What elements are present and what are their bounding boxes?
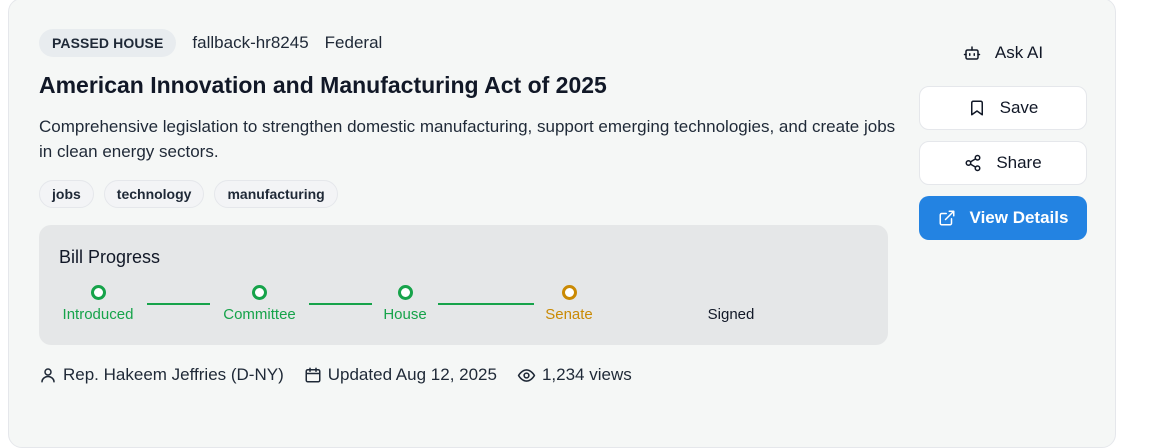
ask-ai-label: Ask AI xyxy=(994,43,1044,62)
progress-connector xyxy=(438,303,534,305)
updated-text: Updated Aug 12, 2025 xyxy=(327,365,497,384)
tag-manufacturing[interactable]: manufacturing xyxy=(214,180,338,208)
view-details-label: View Details xyxy=(969,208,1069,227)
calendar-icon xyxy=(305,367,321,383)
view-count: 1,234 views xyxy=(517,365,632,385)
user-icon xyxy=(41,368,55,383)
progress-step-signed: Signed xyxy=(704,285,758,323)
bill-description: Comprehensive legislation to strengthen … xyxy=(39,117,896,161)
status-badge: PASSED HOUSE xyxy=(39,29,177,57)
step-label: Committee xyxy=(223,306,296,323)
step-label: Introduced xyxy=(62,306,134,323)
ask-ai-button[interactable]: Ask AI xyxy=(919,31,1087,75)
step-label: Signed xyxy=(707,306,755,323)
progress-step-house: House xyxy=(382,285,428,323)
bill-card: PASSED HOUSE fallback-hr8245 Federal Ame… xyxy=(8,0,1116,448)
progress-connector xyxy=(309,303,372,305)
bill-id: fallback-hr8245 xyxy=(192,33,309,52)
step-dot xyxy=(90,285,106,300)
views-text: 1,234 views xyxy=(541,365,632,384)
share-label: Share xyxy=(996,153,1042,172)
updated-date: Updated Aug 12, 2025 xyxy=(304,365,497,385)
progress-step-introduced: Introduced xyxy=(59,285,137,323)
tag-technology[interactable]: technology xyxy=(103,180,205,208)
sponsor-name: Rep. Hakeem Jeffries (D-NY) xyxy=(63,365,284,384)
step-dot xyxy=(561,285,577,300)
bill-info: PASSED HOUSE fallback-hr8245 Federal Ame… xyxy=(39,29,895,208)
bill-title: American Innovation and Manufacturing Ac… xyxy=(39,72,607,98)
progress-connector xyxy=(147,303,210,305)
progress-title: Bill Progress xyxy=(59,247,161,267)
external-link-icon xyxy=(939,210,955,226)
bot-icon xyxy=(963,46,981,60)
save-button[interactable]: Save xyxy=(919,86,1087,130)
bill-progress-panel: Bill Progress Introduced Committee House… xyxy=(39,225,888,345)
step-label: House xyxy=(383,306,427,323)
eye-icon xyxy=(517,368,536,382)
bookmark-icon xyxy=(970,100,983,116)
view-details-button[interactable]: View Details xyxy=(919,196,1087,240)
bill-footer: Rep. Hakeem Jeffries (D-NY) Updated Aug … xyxy=(39,365,652,385)
step-dot xyxy=(252,285,267,300)
step-dot xyxy=(397,285,413,300)
progress-step-committee: Committee xyxy=(220,285,299,323)
save-label: Save xyxy=(999,98,1039,117)
tag-list: jobs technology manufacturing xyxy=(39,180,889,208)
sponsor[interactable]: Rep. Hakeem Jeffries (D-NY) xyxy=(39,365,284,385)
share-button[interactable]: Share xyxy=(919,141,1087,185)
bill-meta: PASSED HOUSE fallback-hr8245 Federal xyxy=(39,29,889,57)
action-panel: Ask AI Save Share View Details xyxy=(919,31,1087,251)
share-icon xyxy=(965,154,981,172)
step-label: Senate xyxy=(545,306,593,323)
progress-step-senate: Senate xyxy=(544,285,594,323)
tag-jobs[interactable]: jobs xyxy=(39,180,94,208)
jurisdiction-label: Federal xyxy=(324,33,383,52)
